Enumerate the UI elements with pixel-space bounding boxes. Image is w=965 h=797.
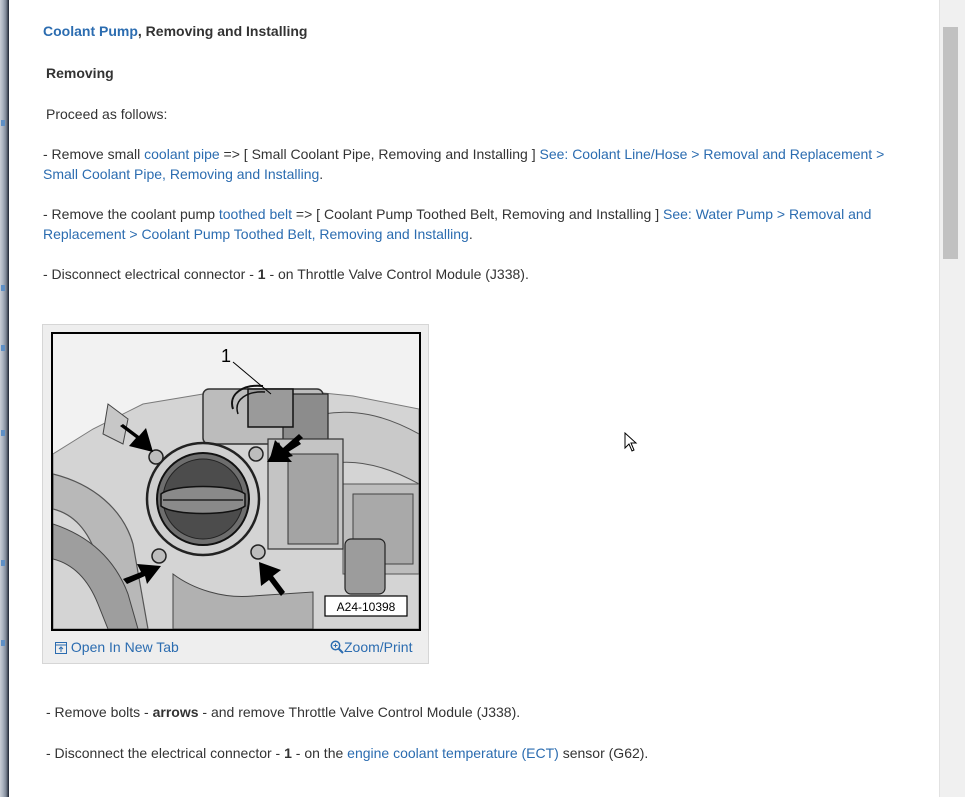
- throttle-valve-drawing: 1 A24-10398: [53, 334, 419, 629]
- left-window-edge: [0, 0, 9, 797]
- step-text: - Remove small: [43, 146, 145, 162]
- article-content: Coolant Pump, Removing and Installing Re…: [10, 0, 940, 797]
- step-text: - Disconnect the electrical connector -: [46, 745, 285, 761]
- mouse-pointer-icon: [624, 431, 638, 455]
- magnifier-icon: [330, 639, 344, 655]
- step-disconnect-ect-connector: - Disconnect the electrical connector - …: [46, 743, 901, 763]
- zoom-print-label: Zoom/Print: [344, 639, 413, 655]
- step-text: - Remove the coolant pump: [43, 206, 219, 222]
- page-title: Coolant Pump, Removing and Installing: [43, 21, 898, 41]
- toothed-belt-link[interactable]: toothed belt: [219, 206, 292, 222]
- intro-text: Proceed as follows:: [46, 106, 168, 122]
- coolant-pipe-link[interactable]: coolant pipe: [144, 146, 220, 162]
- step-text: => [ Coolant Pump Toothed Belt, Removing…: [292, 206, 664, 222]
- step-text: sensor (G62).: [558, 745, 649, 761]
- step-text: => [ Small Coolant Pipe, Removing and In…: [219, 146, 540, 162]
- step-text: - and remove Throttle Valve Control Modu…: [198, 704, 521, 720]
- figure-reference-code: A24-10398: [337, 600, 396, 614]
- figure-toolbar: Open In New Tab Zoom/Print: [43, 631, 428, 663]
- title-link-coolant-pump[interactable]: Coolant Pump: [43, 23, 138, 39]
- step-text: - on the: [291, 745, 348, 761]
- callout-ref: 1: [257, 266, 266, 282]
- figure-panel: 1 A24-10398 Open In New Tab Zoom/Print: [42, 324, 429, 664]
- ect-sensor-link[interactable]: engine coolant temperature (ECT): [347, 745, 559, 761]
- open-new-tab-icon: [55, 639, 67, 655]
- throttle-valve-illustration: 1 A24-10398: [51, 332, 421, 631]
- step-text: .: [468, 226, 473, 242]
- step-remove-bolts: - Remove bolts - arrows - and remove Thr…: [46, 702, 901, 722]
- figure-callout-number: 1: [221, 346, 231, 366]
- step-remove-toothed-belt: - Remove the coolant pump toothed belt =…: [43, 204, 898, 244]
- scrollbar-thumb[interactable]: [943, 27, 958, 259]
- callout-ref: 1: [284, 745, 292, 761]
- step-remove-coolant-pipe: - Remove small coolant pipe => [ Small C…: [43, 144, 898, 184]
- title-text: , Removing and Installing: [137, 23, 308, 39]
- step-text: .: [319, 166, 324, 182]
- step-text: - Disconnect electrical connector -: [43, 266, 258, 282]
- arrows-ref: arrows: [152, 704, 199, 720]
- open-in-new-tab-label: Open In New Tab: [70, 639, 179, 655]
- section-heading: Removing: [46, 65, 114, 81]
- zoom-print-button[interactable]: Zoom/Print: [330, 639, 412, 655]
- step-text: - Remove bolts -: [46, 704, 153, 720]
- step-disconnect-connector: - Disconnect electrical connector - 1 - …: [43, 264, 898, 284]
- step-text: - on Throttle Valve Control Module (J338…: [265, 266, 529, 282]
- vertical-scrollbar[interactable]: [939, 0, 965, 797]
- open-in-new-tab-button[interactable]: Open In New Tab: [55, 639, 179, 655]
